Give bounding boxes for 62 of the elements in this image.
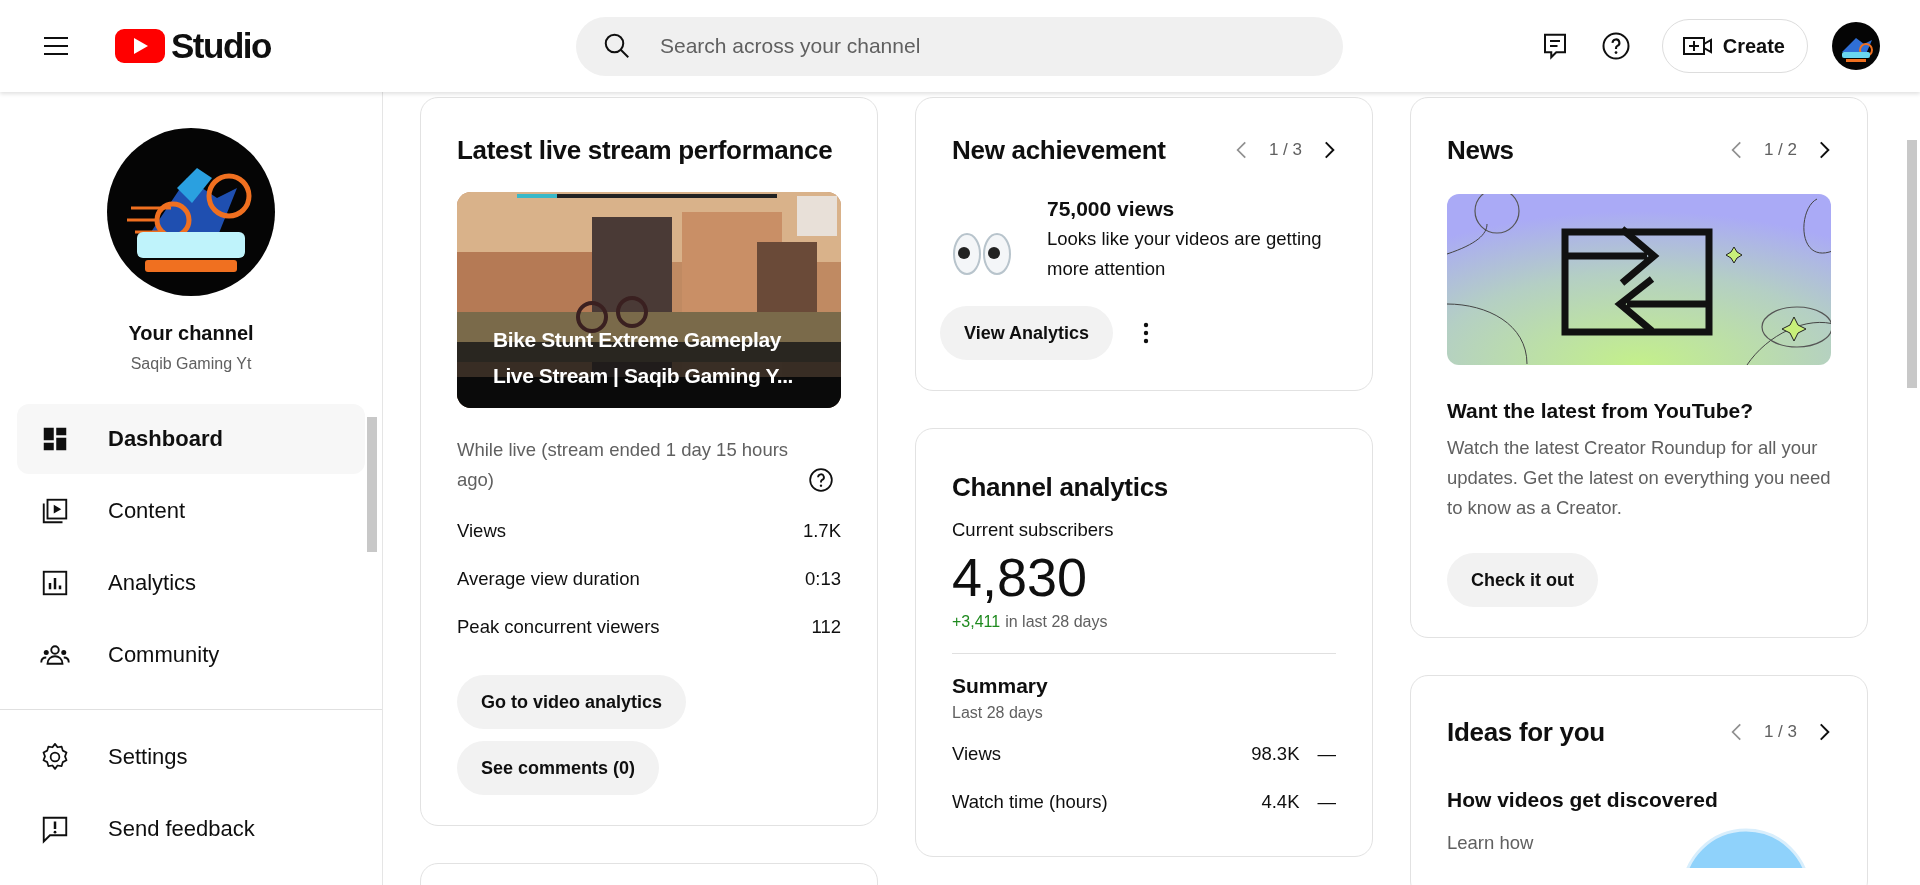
action-button[interactable]: See comments (0): [457, 741, 660, 795]
subscriber-count: 4,830: [952, 546, 1089, 609]
stat-label: Views: [457, 520, 506, 542]
help-icon[interactable]: [808, 467, 834, 493]
video-plus-icon: [1682, 35, 1713, 57]
nav-item[interactable]: Analytics: [17, 548, 365, 618]
pager-count: 1 / 3: [1763, 722, 1797, 742]
news-text: Watch the latest Creator Roundup for all your updates. Get the latest on everything you need to know as a Creator.: [1447, 436, 1831, 520]
summary-title: Summary: [952, 674, 1049, 698]
idea-headline: How videos get discovered: [1447, 788, 1719, 812]
live-note: While live (stream ended 1 day 15 hours ago): [457, 438, 790, 492]
card-title: Channel analytics: [952, 471, 1169, 504]
video-library-icon: [40, 496, 70, 526]
card-title: News: [1447, 134, 1514, 167]
search-field[interactable]: Search across your channel: [576, 16, 1343, 76]
view-analytics-button[interactable]: View Analytics: [940, 306, 1114, 360]
summary-period: Last 28 days: [952, 704, 1044, 722]
play-logo-icon[interactable]: [115, 29, 165, 63]
bar-chart-icon: [40, 568, 70, 598]
card-title: Latest live stream performance: [457, 134, 834, 167]
pager-count: 1 / 3: [1268, 140, 1302, 160]
stat-value: 98.3K: [1251, 743, 1300, 765]
channel-label[interactable]: Your channel: [128, 322, 254, 345]
change-period: in last 28 days: [1005, 613, 1108, 631]
nav-item[interactable]: Dashboard: [17, 404, 365, 474]
stat-label: Average view duration: [457, 568, 640, 590]
achievement-title: 75,000 views: [1047, 196, 1176, 222]
logo-text[interactable]: Studio: [171, 26, 271, 66]
stat-value: 0:13: [805, 568, 841, 590]
news-headline: Want the latest from YouTube?: [1447, 399, 1755, 423]
idea-text: Learn how: [1447, 831, 1534, 855]
card-title: Ideas for you: [1447, 716, 1605, 749]
help-icon[interactable]: [1600, 31, 1631, 61]
trend-dash: —: [1317, 743, 1336, 765]
nav-item[interactable]: Send feedback: [17, 794, 365, 864]
subscriber-change: +3,411: [952, 613, 1001, 631]
create-button[interactable]: Create: [1661, 19, 1808, 73]
trend-dash: —: [1317, 791, 1336, 813]
channel-name: Saqib Gaming Yt: [130, 355, 252, 373]
achievement-text: Looks like your videos are getting more attention: [1047, 227, 1323, 281]
video-title[interactable]: Bike Stunt Extreme Gameplay Live Stream | Saqib Gaming Y...: [493, 322, 823, 394]
nav-item[interactable]: Settings: [17, 722, 365, 792]
nav-item[interactable]: Community: [17, 620, 365, 690]
banner-drawing[interactable]: [1447, 194, 1831, 365]
stat-value: 4.4K: [1261, 791, 1300, 813]
stat-value: 112: [811, 616, 841, 638]
settings-icon: [40, 742, 70, 772]
check-it-out-button[interactable]: Check it out: [1447, 553, 1598, 607]
card-title: New achievement: [952, 134, 1166, 167]
pager-count: 1 / 2: [1763, 140, 1797, 160]
scrollbar-thumb[interactable]: [367, 417, 377, 552]
stat-label: Views: [952, 743, 1001, 765]
subscribers-label: Current subscribers: [952, 519, 1115, 541]
scrollbar-thumb[interactable]: [1907, 140, 1917, 388]
nav-item[interactable]: Content: [17, 476, 365, 546]
action-button[interactable]: Go to video analytics: [457, 675, 687, 729]
stat-label: Peak concurrent viewers: [457, 616, 660, 638]
feedback-icon: [40, 814, 70, 844]
eyes-icon: [952, 232, 1012, 276]
stat-value: 1.7K: [802, 520, 841, 542]
more-icon[interactable]: [1143, 321, 1150, 345]
stat-label: Watch time (hours): [952, 791, 1108, 813]
